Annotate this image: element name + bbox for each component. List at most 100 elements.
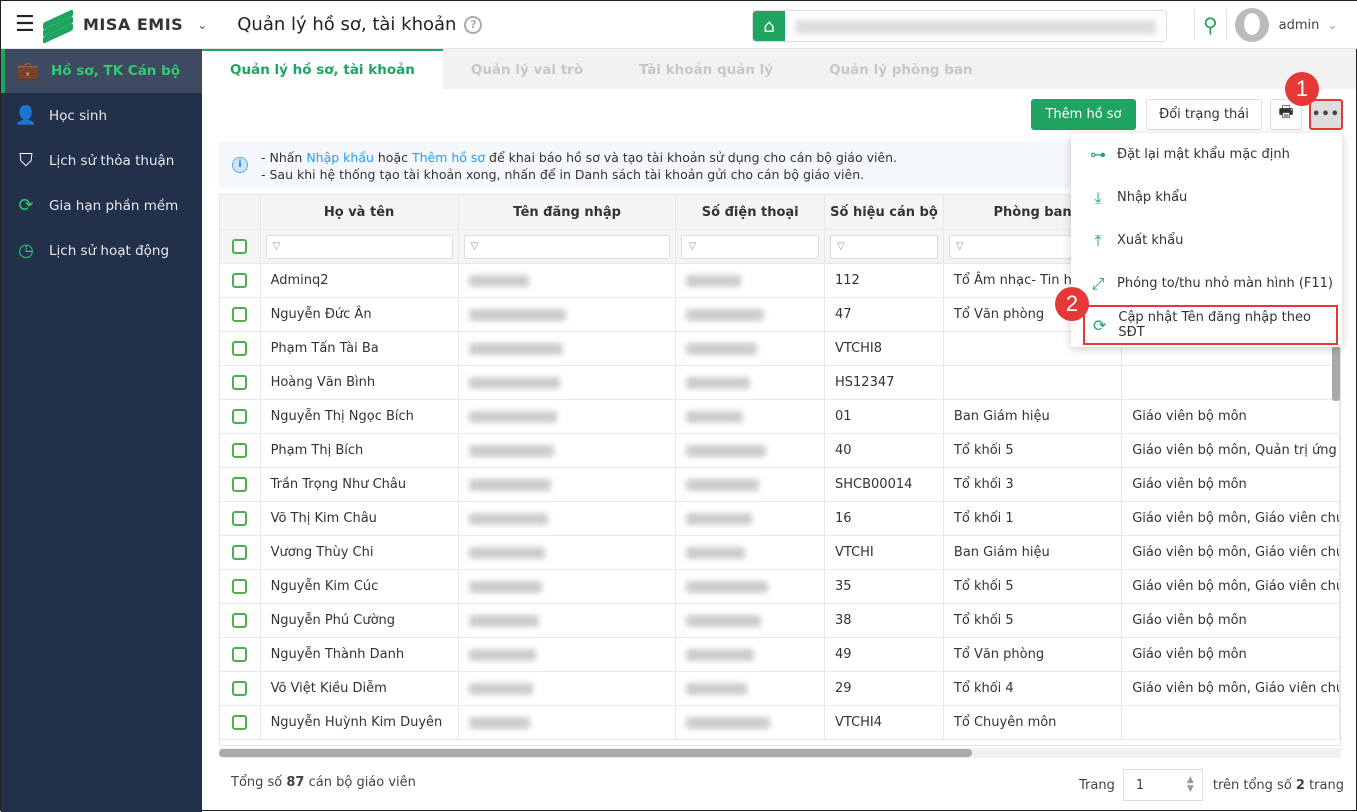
table-row[interactable]: Trần Trọng Như Châu SHCB00014 Tổ khối 3 … <box>220 468 1340 502</box>
stepper-icon[interactable]: ▲ ▼ <box>1187 776 1194 794</box>
menu-item-import[interactable]: ⤓ Nhập khẩu <box>1071 176 1342 219</box>
avatar[interactable] <box>1234 8 1269 42</box>
sidebar-item-agreements[interactable]: ⛉ Lịch sử thỏa thuận <box>1 138 202 183</box>
page-input[interactable]: 1 ▲ ▼ <box>1122 769 1203 801</box>
table-row[interactable]: Hoàng Văn Bình HS12347 <box>220 366 1340 400</box>
table-row[interactable]: Nguyễn Kim Cúc 35 Tổ khối 5 Giáo viên bộ… <box>220 570 1340 604</box>
select-all-checkbox[interactable] <box>232 239 248 254</box>
cell-department: Tổ khối 5 <box>944 604 1123 637</box>
row-checkbox[interactable] <box>232 273 248 288</box>
renew-icon: ⟳ <box>18 195 34 216</box>
row-checkbox[interactable] <box>232 681 248 696</box>
table-row[interactable]: Võ Việt Kiều Diễm 29 Tổ khối 4 Giáo viên… <box>220 672 1340 706</box>
add-profile-link[interactable]: Thêm hồ sơ <box>412 150 485 165</box>
cell-name: Vương Thùy Chi <box>261 536 459 569</box>
row-checkbox[interactable] <box>232 579 248 594</box>
menu-item-update-username-by-phone[interactable]: ⟳ Cập nhật Tên đăng nhập theo SĐT <box>1083 305 1338 345</box>
vertical-scrollbar[interactable] <box>1332 346 1340 401</box>
row-checkbox[interactable] <box>232 715 248 730</box>
change-status-button[interactable]: Đổi trạng thái <box>1146 99 1262 130</box>
tab-departments[interactable]: Quản lý phòng ban <box>801 49 1001 89</box>
cell-phone-blurred <box>676 604 825 637</box>
cell-code: 35 <box>825 570 944 603</box>
cell-username-blurred <box>459 366 677 399</box>
cell-username-blurred <box>459 536 677 569</box>
row-checkbox[interactable] <box>232 409 248 424</box>
row-checkbox[interactable] <box>232 477 248 492</box>
import-link[interactable]: Nhập khẩu <box>306 150 374 165</box>
col-header-username[interactable]: Tên đăng nhập <box>459 195 677 229</box>
refresh-icon: ⟳ <box>1092 315 1107 335</box>
cell-phone-blurred <box>676 706 825 739</box>
menu-icon[interactable]: ☰ <box>15 13 35 35</box>
cell-department: Ban Giám hiệu <box>944 400 1123 433</box>
cell-code: VTCHI <box>825 536 944 569</box>
table-row[interactable]: Nguyễn Huỳnh Kim Duyên VTCHI4 Tổ Chuyên … <box>220 706 1340 740</box>
cell-name: Phạm Tấn Tài Ba <box>261 332 459 365</box>
cell-username-blurred <box>459 706 677 739</box>
page-title: Quản lý hồ sơ, tài khoản <box>237 14 457 35</box>
filter-input[interactable]: ▽ <box>681 234 820 259</box>
tab-admin-accounts[interactable]: Tài khoản quản lý <box>611 49 801 89</box>
cell-username-blurred <box>459 332 677 365</box>
cell-phone-blurred <box>676 434 825 467</box>
horizontal-scrollbar[interactable] <box>219 748 1341 758</box>
clock-icon: ◷ <box>18 240 34 261</box>
table-row[interactable]: Nguyễn Thị Ngọc Bích 01 Ban Giám hiệu Gi… <box>220 400 1340 434</box>
row-checkbox[interactable] <box>232 613 248 628</box>
chevron-down-icon[interactable]: ⌄ <box>197 18 207 32</box>
more-button[interactable]: ••• <box>1309 99 1343 130</box>
page-label: Trang <box>1079 777 1115 793</box>
row-checkbox[interactable] <box>232 341 248 356</box>
sidebar-item-students[interactable]: 👤 Học sinh <box>1 93 202 138</box>
sidebar-item-renewal[interactable]: ⟳ Gia hạn phần mềm <box>1 183 202 228</box>
sidebar-item-activity[interactable]: ◷ Lịch sử hoạt động <box>1 228 202 273</box>
cell-code: VTCHI4 <box>825 706 944 739</box>
table-row[interactable]: Vương Thùy Chi VTCHI Ban Giám hiệu Giáo … <box>220 536 1340 570</box>
cell-username-blurred <box>459 604 677 637</box>
add-profile-button[interactable]: Thêm hồ sơ <box>1031 99 1136 130</box>
cell-role: Giáo viên bộ môn, Giáo viên chủ <box>1122 672 1340 705</box>
help-icon[interactable]: ? <box>464 15 483 34</box>
row-checkbox[interactable] <box>232 443 248 458</box>
row-checkbox[interactable] <box>232 307 248 322</box>
key-icon: ⊶ <box>1090 145 1106 164</box>
filter-input[interactable]: ▽ <box>463 234 671 259</box>
filter-input[interactable]: ▽ <box>265 234 453 259</box>
filter-input[interactable]: ▽ <box>830 234 938 259</box>
sidebar-item-label: Lịch sử thỏa thuận <box>49 152 175 169</box>
cell-username-blurred <box>459 264 677 297</box>
col-header-code[interactable]: Số hiệu cán bộ <box>825 195 944 229</box>
tab-roles[interactable]: Quản lý vai trò <box>443 49 611 89</box>
table-row[interactable]: Phạm Thị Bích 40 Tổ khối 5 Giáo viên bộ … <box>220 434 1340 468</box>
home-icon[interactable]: ⌂ <box>753 11 785 41</box>
search-analytics-icon[interactable]: ⚲ <box>1203 13 1218 37</box>
cell-phone-blurred <box>676 536 825 569</box>
more-actions-menu: ⊶ Đặt lại mật khẩu mặc định ⤓ Nhập khẩu ⤒ X… <box>1071 133 1342 347</box>
table-row[interactable]: Võ Thị Kim Châu 16 Tổ khối 1 Giáo viên b… <box>220 502 1340 536</box>
col-header-name[interactable]: Họ và tên <box>261 195 459 229</box>
tab-profiles[interactable]: Quản lý hồ sơ, tài khoản <box>202 49 443 89</box>
menu-item-reset-password[interactable]: ⊶ Đặt lại mật khẩu mặc định <box>1071 133 1342 176</box>
cell-name: Adminq2 <box>261 264 459 297</box>
cell-department <box>944 366 1123 399</box>
table-row[interactable]: Nguyễn Phú Cường 38 Tổ khối 5 Giáo viên … <box>220 604 1340 638</box>
row-checkbox[interactable] <box>232 545 248 560</box>
brand-name: MISA EMIS <box>83 15 184 34</box>
chevron-down-icon[interactable]: ⌄ <box>1327 18 1337 32</box>
step-badge-2: 2 <box>1055 287 1089 321</box>
user-name[interactable]: admin <box>1279 18 1320 33</box>
sidebar-item-staff[interactable]: 💼 Hồ sơ, TK Cán bộ <box>1 49 202 93</box>
cell-phone-blurred <box>676 400 825 433</box>
sidebar-item-label: Hồ sơ, TK Cán bộ <box>51 63 181 79</box>
school-selector[interactable]: ⌂ <box>752 10 1167 42</box>
col-header-phone[interactable]: Số điện thoại <box>676 195 825 229</box>
menu-item-export[interactable]: ⤒ Xuất khẩu <box>1071 219 1342 262</box>
total-pages: trên tổng số 2 trang <box>1212 777 1344 793</box>
row-checkbox[interactable] <box>232 511 248 526</box>
logo[interactable]: MISA EMIS ⌄ <box>43 8 207 44</box>
row-checkbox[interactable] <box>232 647 248 662</box>
row-checkbox[interactable] <box>232 375 248 390</box>
menu-item-fullscreen[interactable]: ⤢ Phóng to/thu nhỏ màn hình (F11) <box>1071 262 1342 305</box>
table-row[interactable]: Nguyễn Thành Danh 49 Tổ Văn phòng Giáo v… <box>220 638 1340 672</box>
